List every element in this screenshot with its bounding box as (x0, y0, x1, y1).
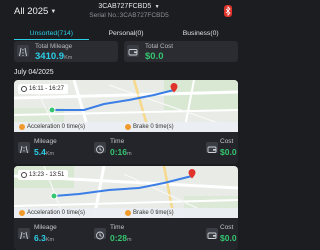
trip-cost-value: $0.0 (220, 147, 237, 157)
year-filter-label: All 2025 (14, 6, 49, 17)
total-cost-label: Total Cost (145, 43, 173, 50)
clock-icon (21, 172, 27, 178)
trip-mileage-unit: Km (45, 151, 55, 157)
road-icon (18, 142, 30, 154)
acceleration-text: Acceleration 0 time(s) (27, 123, 86, 130)
trip-cost-value: $0.0 (220, 233, 237, 243)
year-filter-dropdown[interactable]: All 2025 ▼ (14, 6, 56, 17)
trip-mileage: Mileage 6.3Km (18, 221, 94, 247)
trip-mileage-label: Mileage (34, 138, 57, 145)
bluetooth-icon[interactable] (224, 5, 232, 17)
clock-icon (21, 86, 27, 92)
trip-duration: Time 0:16m (94, 135, 172, 161)
brake-text: Brake 0 time(s) (133, 209, 174, 216)
trip-cost: Cost $0.0 (172, 221, 238, 247)
trip-time-range-text: 16:11 - 16:27 (29, 86, 64, 92)
trip-metrics: Mileage 5.4Km Time 0:16m Cost $0.0 (14, 135, 238, 161)
road-icon (17, 45, 29, 57)
trip-time-unit: m (127, 151, 132, 157)
trip-time-label: Time (110, 138, 125, 145)
trip-route-map[interactable]: 13:23 - 13:51 Acceleration 0 time(s) Bra… (14, 166, 238, 218)
trip-time-value: 0:28 (110, 233, 128, 243)
date-heading: July 04/2025 (14, 69, 54, 76)
acceleration-icon (19, 123, 25, 130)
total-mileage-card: Total Mileage 3410.9Km (14, 41, 118, 62)
road-icon (18, 228, 30, 240)
chevron-down-icon: ▼ (153, 4, 160, 10)
trip-mileage-unit: Km (45, 237, 55, 243)
brake-events: Brake 0 time(s) (125, 209, 174, 216)
device-name: 3CAB727FCBD5 (98, 3, 152, 10)
total-mileage-value: 3410.9 (35, 51, 65, 62)
tab-business[interactable]: Business(0) (163, 29, 238, 40)
top-bar: All 2025 ▼ 3CAB727FCBD5 ▼ Serial No.:3CAB… (0, 0, 250, 27)
trip-time-label: Time (110, 224, 125, 231)
brake-icon (125, 209, 131, 216)
trip-mileage-value: 6.3 (34, 233, 46, 243)
wallet-icon (206, 142, 218, 153)
clock-icon (94, 228, 106, 240)
trip-route-map[interactable]: 16:11 - 16:27 Acceleration 0 time(s) Bra… (14, 80, 238, 132)
trip-cost: Cost $0.0 (172, 135, 238, 161)
brake-text: Brake 0 time(s) (133, 123, 174, 130)
tab-unsorted[interactable]: Unsorted(714) (14, 29, 89, 40)
trip-card[interactable]: 13:23 - 13:51 Acceleration 0 time(s) Bra… (14, 166, 238, 250)
brake-events: Brake 0 time(s) (125, 123, 174, 130)
trip-time-unit: m (127, 237, 132, 243)
trip-card[interactable]: 16:11 - 16:27 Acceleration 0 time(s) Bra… (14, 80, 238, 164)
trip-cost-label: Cost (220, 224, 234, 231)
trip-time-value: 0:16 (110, 147, 128, 157)
total-cost-value: $0.0 (145, 51, 164, 62)
acceleration-events: Acceleration 0 time(s) (19, 209, 86, 216)
wallet-icon (206, 228, 218, 239)
total-cost-card: Total Cost $0.0 (124, 41, 238, 62)
trip-duration: Time 0:28m (94, 221, 172, 247)
total-mileage-unit: Km (64, 55, 73, 61)
brake-icon (125, 123, 131, 130)
acceleration-text: Acceleration 0 time(s) (27, 209, 86, 216)
trip-mileage: Mileage 5.4Km (18, 135, 94, 161)
driving-events-bar: Acceleration 0 time(s) Brake 0 time(s) (14, 208, 238, 218)
trip-time-range-text: 13:23 - 13:51 (29, 172, 65, 178)
clock-icon (94, 142, 106, 154)
trip-metrics: Mileage 6.3Km Time 0:28m Cost $0.0 (14, 221, 238, 247)
device-serial: Serial No.:3CAB727FCBD5 (89, 12, 169, 19)
device-selector[interactable]: 3CAB727FCBD5 ▼ Serial No.:3CAB727FCBD5 (84, 3, 174, 19)
tab-personal[interactable]: Personal(0) (89, 29, 164, 40)
trip-time-range: 16:11 - 16:27 (18, 84, 68, 94)
trip-category-tabs: Unsorted(714) Personal(0) Business(0) (14, 29, 238, 40)
driving-events-bar: Acceleration 0 time(s) Brake 0 time(s) (14, 122, 238, 132)
start-pin-icon (50, 192, 58, 200)
wallet-icon (127, 45, 139, 57)
trip-mileage-value: 5.4 (34, 147, 46, 157)
start-pin-icon (48, 106, 56, 114)
trip-mileage-label: Mileage (34, 224, 57, 231)
trip-time-range: 13:23 - 13:51 (18, 170, 69, 180)
trip-cost-label: Cost (220, 138, 234, 145)
acceleration-events: Acceleration 0 time(s) (19, 123, 86, 130)
acceleration-icon (19, 209, 25, 216)
total-mileage-label: Total Mileage (35, 43, 73, 50)
chevron-down-icon: ▼ (50, 9, 57, 15)
